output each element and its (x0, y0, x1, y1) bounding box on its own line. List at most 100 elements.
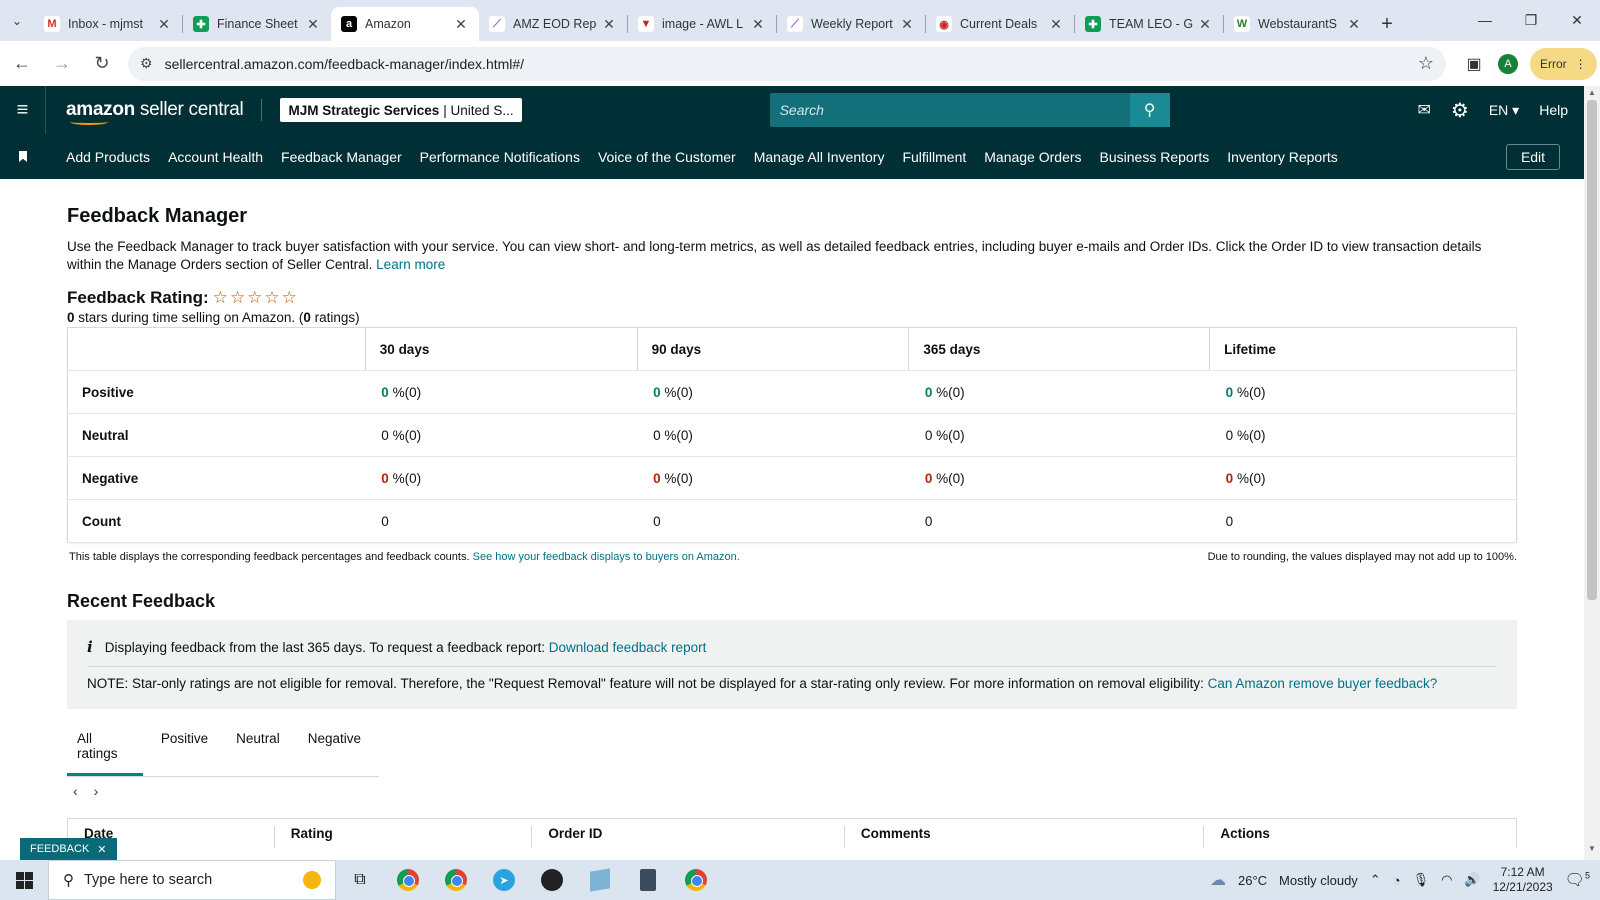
feedback-display-link[interactable]: See how your feedback displays to buyers… (473, 551, 740, 563)
hamburger-menu-button[interactable]: ≡ (0, 86, 46, 134)
minimize-button[interactable]: — (1462, 0, 1508, 40)
browser-tab[interactable]: W WebstaurantS ✕ (1224, 7, 1372, 41)
filter-tab[interactable]: All ratings (67, 731, 143, 776)
app-taskbar-button[interactable] (528, 860, 576, 900)
side-panel-button[interactable]: ▣ (1456, 46, 1492, 82)
edit-nav-button[interactable]: Edit (1506, 143, 1560, 170)
clock[interactable]: 7:12 AM 12/21/2023 (1493, 865, 1553, 895)
speaker-icon[interactable]: 🔊 (1464, 872, 1480, 888)
info-text: Displaying feedback from the last 365 da… (104, 639, 545, 655)
chevron-right-icon[interactable]: › (94, 783, 99, 799)
chevron-down-icon: ⌄ (11, 14, 23, 28)
weather-desc[interactable]: Mostly cloudy (1279, 873, 1358, 888)
browser-tab[interactable]: M Inbox - mjmst ✕ (34, 7, 182, 41)
language-selector[interactable]: EN ▾ (1489, 102, 1519, 119)
site-info-icon[interactable]: ⚙ (140, 55, 153, 72)
mail-icon[interactable]: ✉ (1417, 100, 1430, 120)
nav-link[interactable]: Voice of the Customer (598, 149, 736, 165)
browser-tab[interactable]: ⟋ AMZ EOD Rep ✕ (479, 7, 627, 41)
close-tab-icon[interactable]: ✕ (750, 16, 766, 33)
clock-time: 7:12 AM (1500, 865, 1545, 879)
seller-search[interactable]: Search ⚲ (769, 93, 1170, 127)
removal-note: NOTE: Star-only ratings are not eligible… (87, 667, 1497, 693)
close-tab-icon[interactable]: ✕ (1048, 16, 1064, 33)
browser-tab[interactable]: ◉ Current Deals ✕ (926, 7, 1074, 41)
row-label: Neutral (67, 413, 366, 457)
nav-link[interactable]: Business Reports (1100, 149, 1210, 165)
nav-link[interactable]: Add Products (66, 149, 150, 165)
chrome-taskbar-button-2[interactable] (432, 860, 480, 900)
tab-title: image - AWL L (662, 17, 744, 31)
gear-icon[interactable]: ⚙ (1451, 98, 1469, 123)
chevron-up-icon[interactable]: ⌃ (1370, 872, 1381, 888)
nav-link[interactable]: Manage Orders (984, 149, 1081, 165)
nav-link[interactable]: Inventory Reports (1227, 149, 1338, 165)
help-link[interactable]: Help (1539, 102, 1568, 118)
bookmark-icon[interactable] (0, 151, 46, 162)
close-window-button[interactable]: ✕ (1554, 0, 1600, 40)
cell-percent: %(0) (1233, 384, 1266, 400)
page-scrollbar[interactable]: ▲ ▼ (1584, 86, 1600, 860)
forward-button[interactable]: → (44, 46, 80, 82)
browser-tab[interactable]: ⟋ Weekly Report ✕ (777, 7, 925, 41)
reload-button[interactable]: ↻ (84, 46, 120, 82)
new-tab-button[interactable]: + (1372, 7, 1402, 41)
nav-link[interactable]: Feedback Manager (281, 149, 402, 165)
close-icon[interactable]: ✕ (97, 843, 106, 856)
nav-link[interactable]: Manage All Inventory (754, 149, 885, 165)
wifi-icon[interactable]: ◠ (1441, 872, 1452, 888)
telegram-taskbar-button[interactable]: ➤ (480, 860, 528, 900)
account-switcher[interactable]: MJM Strategic Services | United S... (280, 98, 522, 122)
weather-temp[interactable]: 26°C (1238, 873, 1267, 888)
cell-value: 0 (381, 384, 389, 400)
nav-link[interactable]: Fulfillment (902, 149, 966, 165)
profile-avatar[interactable]: A (1498, 53, 1518, 74)
browser-tab[interactable]: ✚ TEAM LEO - G ✕ (1075, 7, 1223, 41)
browser-tab[interactable]: ▼ image - AWL L ✕ (628, 7, 776, 41)
notes-taskbar-button[interactable] (576, 860, 624, 900)
notifications-icon[interactable]: 🗨5 (1565, 870, 1590, 890)
chevron-left-icon[interactable]: ‹ (73, 783, 78, 799)
close-tab-icon[interactable]: ✕ (1197, 16, 1213, 33)
seller-central-logo[interactable]: amazon seller central (66, 99, 244, 125)
close-tab-icon[interactable]: ✕ (305, 16, 321, 33)
network-icon[interactable]: ◔ (1393, 873, 1401, 888)
browser-tab[interactable]: a Amazon ✕ (331, 7, 479, 41)
chrome-taskbar-button-1[interactable] (384, 860, 432, 900)
task-view-button[interactable]: ⧉ (336, 860, 384, 900)
search-button[interactable]: ⚲ (1129, 93, 1170, 127)
close-tab-icon[interactable]: ✕ (156, 16, 172, 33)
filter-tab[interactable]: Positive (151, 731, 218, 776)
feedback-toggle-button[interactable]: FEEDBACK ✕ (20, 838, 117, 860)
scroll-down-arrow-icon[interactable]: ▼ (1584, 844, 1600, 858)
chrome-taskbar-button-3[interactable] (672, 860, 720, 900)
restore-button[interactable]: ❐ (1508, 0, 1554, 40)
close-tab-icon[interactable]: ✕ (899, 16, 915, 33)
tab-title: Current Deals (960, 17, 1038, 31)
nav-link[interactable]: Account Health (168, 149, 263, 165)
close-tab-icon[interactable]: ✕ (601, 16, 617, 33)
filter-tab[interactable]: Negative (298, 731, 371, 776)
taskbar-search-input[interactable]: ⚲ Type here to search (48, 860, 336, 900)
search-input[interactable]: Search (770, 102, 1130, 118)
column-header: 30 days (364, 327, 638, 371)
arrow-right-icon: → (53, 53, 71, 73)
bookmark-star-icon[interactable]: ☆ (1418, 53, 1434, 74)
close-tab-icon[interactable]: ✕ (453, 16, 469, 33)
tab-search-button[interactable]: ⌄ (0, 4, 34, 38)
back-button[interactable]: ← (4, 46, 40, 82)
gmail-icon: M (44, 16, 60, 32)
learn-more-link[interactable]: Learn more (376, 257, 445, 272)
download-report-link[interactable]: Download feedback report (549, 640, 707, 655)
remove-feedback-link[interactable]: Can Amazon remove buyer feedback? (1208, 676, 1438, 691)
nav-link[interactable]: Performance Notifications (420, 149, 580, 165)
calculator-taskbar-button[interactable] (624, 860, 672, 900)
error-menu-button[interactable]: Error ⋮ (1530, 47, 1597, 80)
start-button[interactable] (0, 860, 48, 900)
url-input[interactable]: ⚙ sellercentral.amazon.com/feedback-mana… (128, 46, 1446, 81)
microphone-icon[interactable]: 🎙 (1413, 872, 1430, 888)
close-tab-icon[interactable]: ✕ (1346, 16, 1362, 33)
scroll-thumb[interactable] (1587, 100, 1597, 600)
filter-tab[interactable]: Neutral (226, 731, 290, 776)
browser-tab[interactable]: ✚ Finance Sheet ✕ (183, 7, 331, 41)
